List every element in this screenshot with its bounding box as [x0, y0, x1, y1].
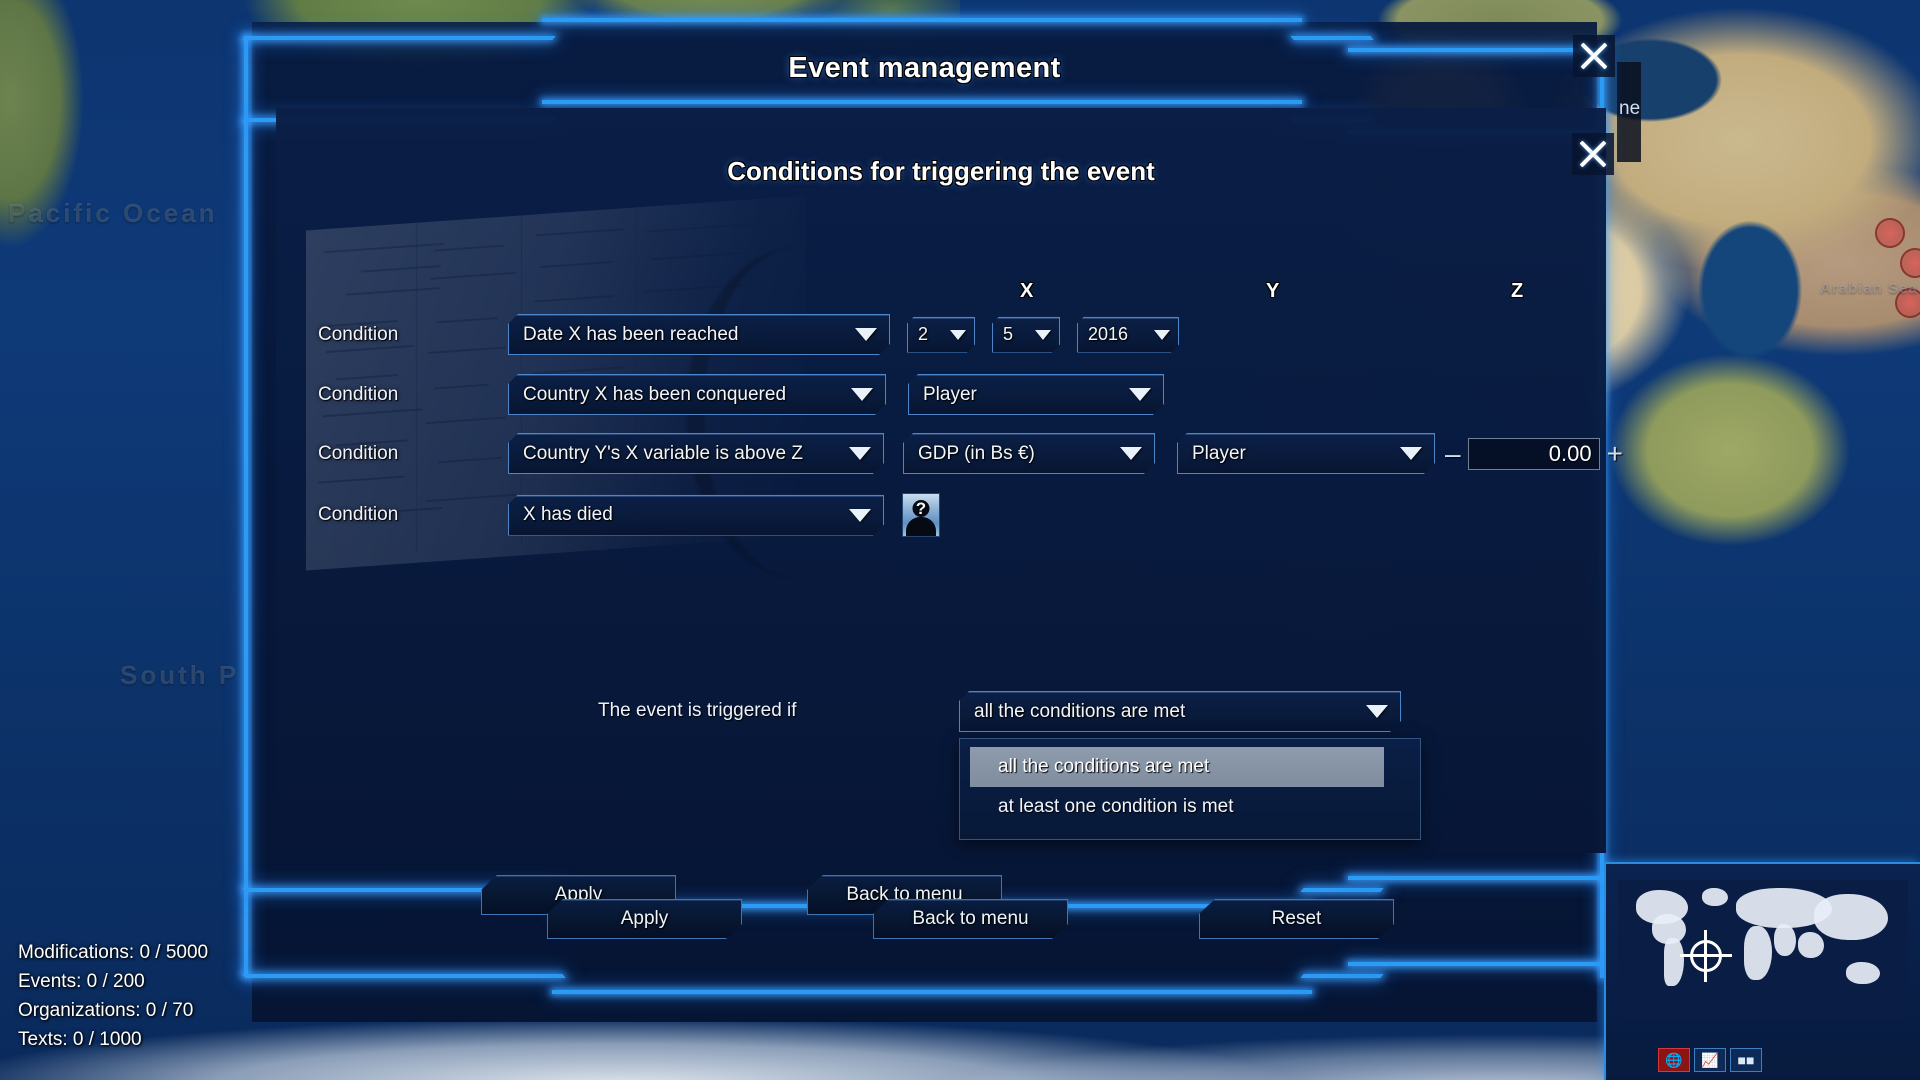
reset-button[interactable]: Reset: [1199, 899, 1394, 939]
trigger-condition-label: The event is triggered if: [598, 700, 797, 721]
back-to-menu-button-outer[interactable]: Back to menu: [873, 899, 1068, 939]
date-day-dropdown[interactable]: 2: [907, 317, 975, 353]
trigger-mode-value: all the conditions are met: [974, 700, 1186, 722]
chevron-down-icon: [1154, 330, 1170, 340]
minimap-toolbar: 🌐 📈 ■■: [1658, 1048, 1762, 1072]
condition-label: Condition: [318, 323, 399, 345]
condition-row-3: Condition Country Y's X variable is abov…: [318, 433, 1623, 474]
column-header-z: Z: [1511, 280, 1524, 302]
value-input[interactable]: 0.00: [1467, 437, 1600, 470]
mod-statistics: Modifications: 0 / 5000 Events: 0 / 200 …: [18, 938, 208, 1054]
condition-type-dropdown-4[interactable]: X has died: [508, 495, 884, 536]
chevron-down-icon: [855, 328, 877, 341]
trigger-mode-options-list: all the conditions are met at least one …: [959, 738, 1421, 840]
side-tab[interactable]: ne: [1617, 62, 1641, 162]
close-icon[interactable]: [1572, 133, 1614, 175]
close-icon[interactable]: [1573, 35, 1615, 77]
minimap-panel[interactable]: 🌐 📈 ■■: [1604, 862, 1920, 1080]
landmass-west: [0, 0, 150, 360]
screen: Pacific Ocean South P Arabian Sea ne Eve…: [0, 0, 1920, 1080]
condition-type-value: X has died: [523, 504, 613, 525]
conditions-panel: Conditions for triggering the event X Y …: [276, 108, 1623, 853]
minimap-crosshair-icon: [1680, 930, 1732, 982]
trigger-option-all[interactable]: all the conditions are met: [970, 747, 1384, 787]
stat-modifications: Modifications: 0 / 5000: [18, 942, 209, 963]
column-header-x: X: [1020, 280, 1034, 302]
city-marker[interactable]: [1875, 218, 1905, 248]
chevron-down-icon: [950, 330, 966, 340]
outer-title-bar: Event management: [252, 22, 1597, 114]
stat-organizations: Organizations: 0 / 70: [18, 1000, 194, 1021]
condition-type-dropdown-1[interactable]: Date X has been reached: [508, 314, 890, 355]
chevron-down-icon: [849, 509, 871, 522]
condition-label: Condition: [318, 442, 399, 464]
condition-row-2: Condition Country X has been conquered P…: [318, 374, 1164, 415]
trigger-option-at-least-one[interactable]: at least one condition is met: [970, 787, 1384, 827]
page-title: Event management: [788, 51, 1061, 84]
date-month-value: 5: [1003, 324, 1014, 344]
globe-icon[interactable]: 🌐: [1658, 1048, 1690, 1072]
value-stepper: – 0.00 +: [1445, 437, 1623, 470]
condition-label: Condition: [318, 504, 399, 525]
condition-type-value: Country Y's X variable is above Z: [523, 442, 803, 464]
condition-type-dropdown-2[interactable]: Country X has been conquered: [508, 374, 886, 415]
chevron-down-icon: [1129, 388, 1151, 401]
condition-type-value: Country X has been conquered: [523, 383, 787, 405]
condition-target-value: Player: [923, 383, 977, 405]
chevron-down-icon: [849, 447, 871, 460]
condition-target-dropdown-2[interactable]: Player: [908, 374, 1164, 415]
stat-events: Events: 0 / 200: [18, 971, 145, 992]
chevron-down-icon: [1120, 447, 1142, 460]
stat-texts: Texts: 0 / 1000: [18, 1029, 142, 1050]
unknown-person-icon[interactable]: ?: [902, 493, 940, 537]
chevron-down-icon: [1400, 447, 1422, 460]
conditions-title: Conditions for triggering the event: [727, 156, 1155, 186]
condition-label: Condition: [318, 383, 399, 405]
chart-icon[interactable]: 📈: [1694, 1048, 1726, 1072]
increment-button[interactable]: +: [1607, 439, 1623, 468]
question-mark-glyph: ?: [915, 499, 927, 518]
date-day-value: 2: [918, 324, 929, 344]
city-marker[interactable]: [1895, 288, 1920, 318]
chevron-down-icon: [1366, 705, 1388, 718]
map-label-south-pacific: South P: [120, 660, 240, 690]
date-year-dropdown[interactable]: 2016: [1077, 317, 1179, 353]
condition-row-4: Condition X has died ?: [318, 493, 940, 537]
condition-type-dropdown-3[interactable]: Country Y's X variable is above Z: [508, 433, 884, 474]
apply-button-outer[interactable]: Apply: [547, 899, 742, 939]
date-year-value: 2016: [1088, 324, 1129, 344]
condition-target-value: Player: [1192, 442, 1246, 464]
condition-variable-value: GDP (in Bs €): [918, 442, 1035, 464]
chevron-down-icon: [1035, 330, 1051, 340]
tank-icon[interactable]: ■■: [1730, 1048, 1762, 1072]
minimap-canvas[interactable]: [1618, 880, 1908, 1020]
side-tab-label: ne: [1619, 98, 1641, 119]
decrement-button[interactable]: –: [1445, 439, 1461, 468]
date-month-dropdown[interactable]: 5: [992, 317, 1060, 353]
chevron-down-icon: [851, 388, 873, 401]
condition-row-1: Condition Date X has been reached 2 5 20…: [318, 314, 1179, 355]
column-header-y: Y: [1266, 280, 1280, 302]
trigger-mode-dropdown[interactable]: all the conditions are met: [959, 691, 1401, 732]
condition-target-dropdown-3[interactable]: Player: [1177, 433, 1435, 474]
condition-type-value: Date X has been reached: [523, 323, 739, 345]
condition-variable-dropdown[interactable]: GDP (in Bs €): [903, 433, 1155, 474]
